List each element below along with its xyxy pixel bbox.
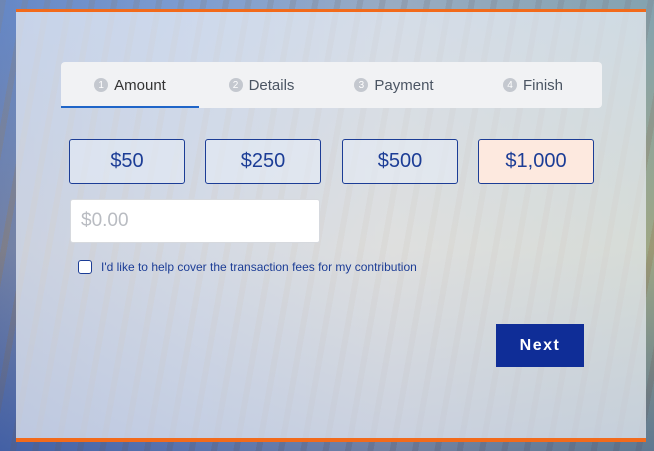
step-number: 3 — [354, 78, 369, 92]
step-label: Details — [248, 76, 295, 94]
step-tabs: 1 Amount 2 Details 3 Payment 4 Finish — [61, 62, 602, 108]
tab-details[interactable]: 2 Details — [199, 62, 324, 108]
tab-finish[interactable]: 4 Finish — [464, 62, 602, 108]
tab-amount[interactable]: 1 Amount — [61, 62, 199, 108]
next-button[interactable]: Next — [496, 324, 584, 367]
tab-payment[interactable]: 3 Payment — [324, 62, 464, 108]
amount-button-250[interactable]: $250 — [205, 139, 321, 184]
amount-button-50[interactable]: $50 — [69, 139, 185, 184]
step-number: 4 — [502, 78, 517, 92]
step-label: Payment — [374, 76, 434, 94]
fee-checkbox[interactable] — [78, 260, 92, 274]
fee-checkbox-label[interactable]: I'd like to help cover the transaction f… — [101, 260, 417, 274]
custom-amount-input[interactable] — [70, 199, 320, 243]
step-number: 2 — [228, 78, 243, 92]
step-label: Amount — [114, 76, 166, 94]
fee-option: I'd like to help cover the transaction f… — [78, 260, 417, 274]
amount-button-1000[interactable]: $1,000 — [478, 139, 594, 184]
step-number: 1 — [94, 78, 109, 92]
step-label: Finish — [522, 76, 563, 94]
donation-form-card: 1 Amount 2 Details 3 Payment 4 Finish $5… — [16, 9, 646, 442]
amount-button-500[interactable]: $500 — [342, 139, 458, 184]
